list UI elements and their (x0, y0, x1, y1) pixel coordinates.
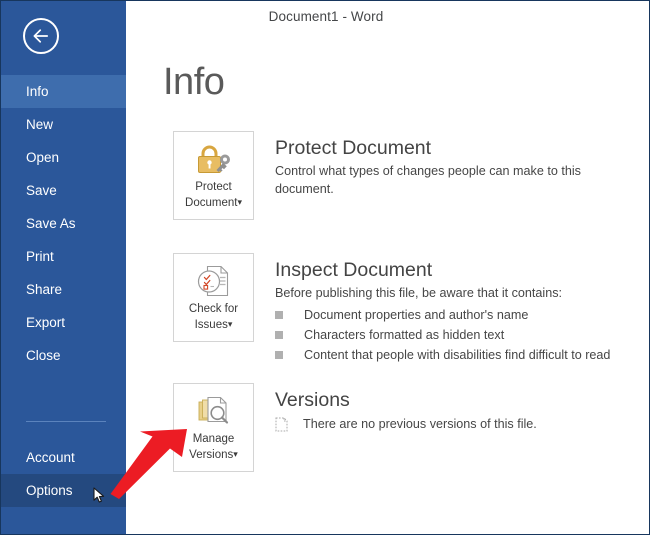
sidebar-item-label: Export (26, 315, 66, 330)
bullet-square-icon (275, 330, 283, 339)
sidebar-item-info[interactable]: Info (1, 75, 126, 108)
sidebar-item-options[interactable]: Options (1, 474, 126, 507)
sidebar-nav-list: Info New Open Save Save As Print Share E… (1, 75, 126, 372)
sidebar-item-label: Close (26, 348, 61, 363)
word-backstage-window: Document1 - Word Info New Open Save Save… (0, 0, 650, 535)
protect-document-button[interactable]: Protect Document▾ (173, 131, 254, 220)
section-heading: Versions (275, 389, 350, 411)
sidebar-item-print[interactable]: Print (1, 240, 126, 273)
list-item: Document properties and author's name (275, 305, 635, 325)
back-button[interactable] (23, 18, 59, 54)
arrow-left-icon (32, 29, 50, 43)
versions-info: Versions There are no previous versions … (275, 388, 635, 437)
sidebar-item-label: Info (26, 84, 49, 99)
sidebar-item-account[interactable]: Account (1, 441, 126, 474)
info-content-pane: Info Protect Document▾ Protect Document … (126, 31, 649, 534)
sidebar-item-label: Save (26, 183, 57, 198)
sidebar-item-share[interactable]: Share (1, 273, 126, 306)
bullet-square-icon (275, 350, 283, 359)
sidebar-item-label: Share (26, 282, 63, 297)
dotted-document-icon (275, 417, 293, 437)
versions-note-row: There are no previous versions of this f… (275, 416, 635, 437)
versions-note: There are no previous versions of this f… (303, 417, 537, 431)
check-for-issues-label: Check for Issues▾ (188, 303, 239, 331)
sidebar-item-label: Save As (26, 216, 76, 231)
inspect-document-info: Inspect Document Before publishing this … (275, 258, 635, 365)
sidebar-item-open[interactable]: Open (1, 141, 126, 174)
inspect-findings-list: Document properties and author's name Ch… (275, 305, 635, 365)
section-heading: Inspect Document (275, 259, 433, 281)
check-for-issues-button[interactable]: Check for Issues▾ (173, 253, 254, 342)
sidebar-separator (26, 421, 106, 422)
chevron-down-icon: ▾ (237, 196, 242, 207)
sidebar-item-label: Print (26, 249, 54, 264)
sidebar-item-export[interactable]: Export (1, 306, 126, 339)
check-document-icon (196, 263, 232, 299)
window-title: Document1 - Word (268, 8, 384, 24)
sidebar-nav-bottom: Account Options (1, 441, 126, 507)
sidebar-item-save[interactable]: Save (1, 174, 126, 207)
manage-versions-icon (196, 393, 232, 429)
backstage-sidebar: Info New Open Save Save As Print Share E… (1, 1, 126, 534)
chevron-down-icon: ▾ (227, 318, 233, 329)
sidebar-item-label: Open (26, 150, 60, 165)
bullet-square-icon (275, 310, 283, 319)
section-heading: Protect Document (275, 137, 432, 159)
sidebar-item-close[interactable]: Close (1, 339, 126, 372)
sidebar-item-label: Account (26, 450, 75, 465)
page-title: Info (163, 61, 225, 103)
sidebar-item-save-as[interactable]: Save As (1, 207, 126, 240)
section-description: Control what types of changes people can… (275, 164, 581, 196)
manage-versions-label: Manage Versions▾ (189, 433, 238, 461)
sidebar-item-label: Options (26, 483, 73, 498)
list-item: Content that people with disabilities fi… (275, 345, 635, 365)
protect-document-info: Protect Document Control what types of c… (275, 136, 635, 198)
padlock-key-icon (194, 141, 234, 177)
manage-versions-button[interactable]: Manage Versions▾ (173, 383, 254, 472)
sidebar-item-new[interactable]: New (1, 108, 126, 141)
list-item: Characters formatted as hidden text (275, 325, 635, 345)
chevron-down-icon: ▾ (233, 448, 238, 459)
protect-document-label: Protect Document▾ (185, 181, 242, 209)
sidebar-item-label: New (26, 117, 54, 132)
section-description: Before publishing this file, be aware th… (275, 286, 563, 300)
